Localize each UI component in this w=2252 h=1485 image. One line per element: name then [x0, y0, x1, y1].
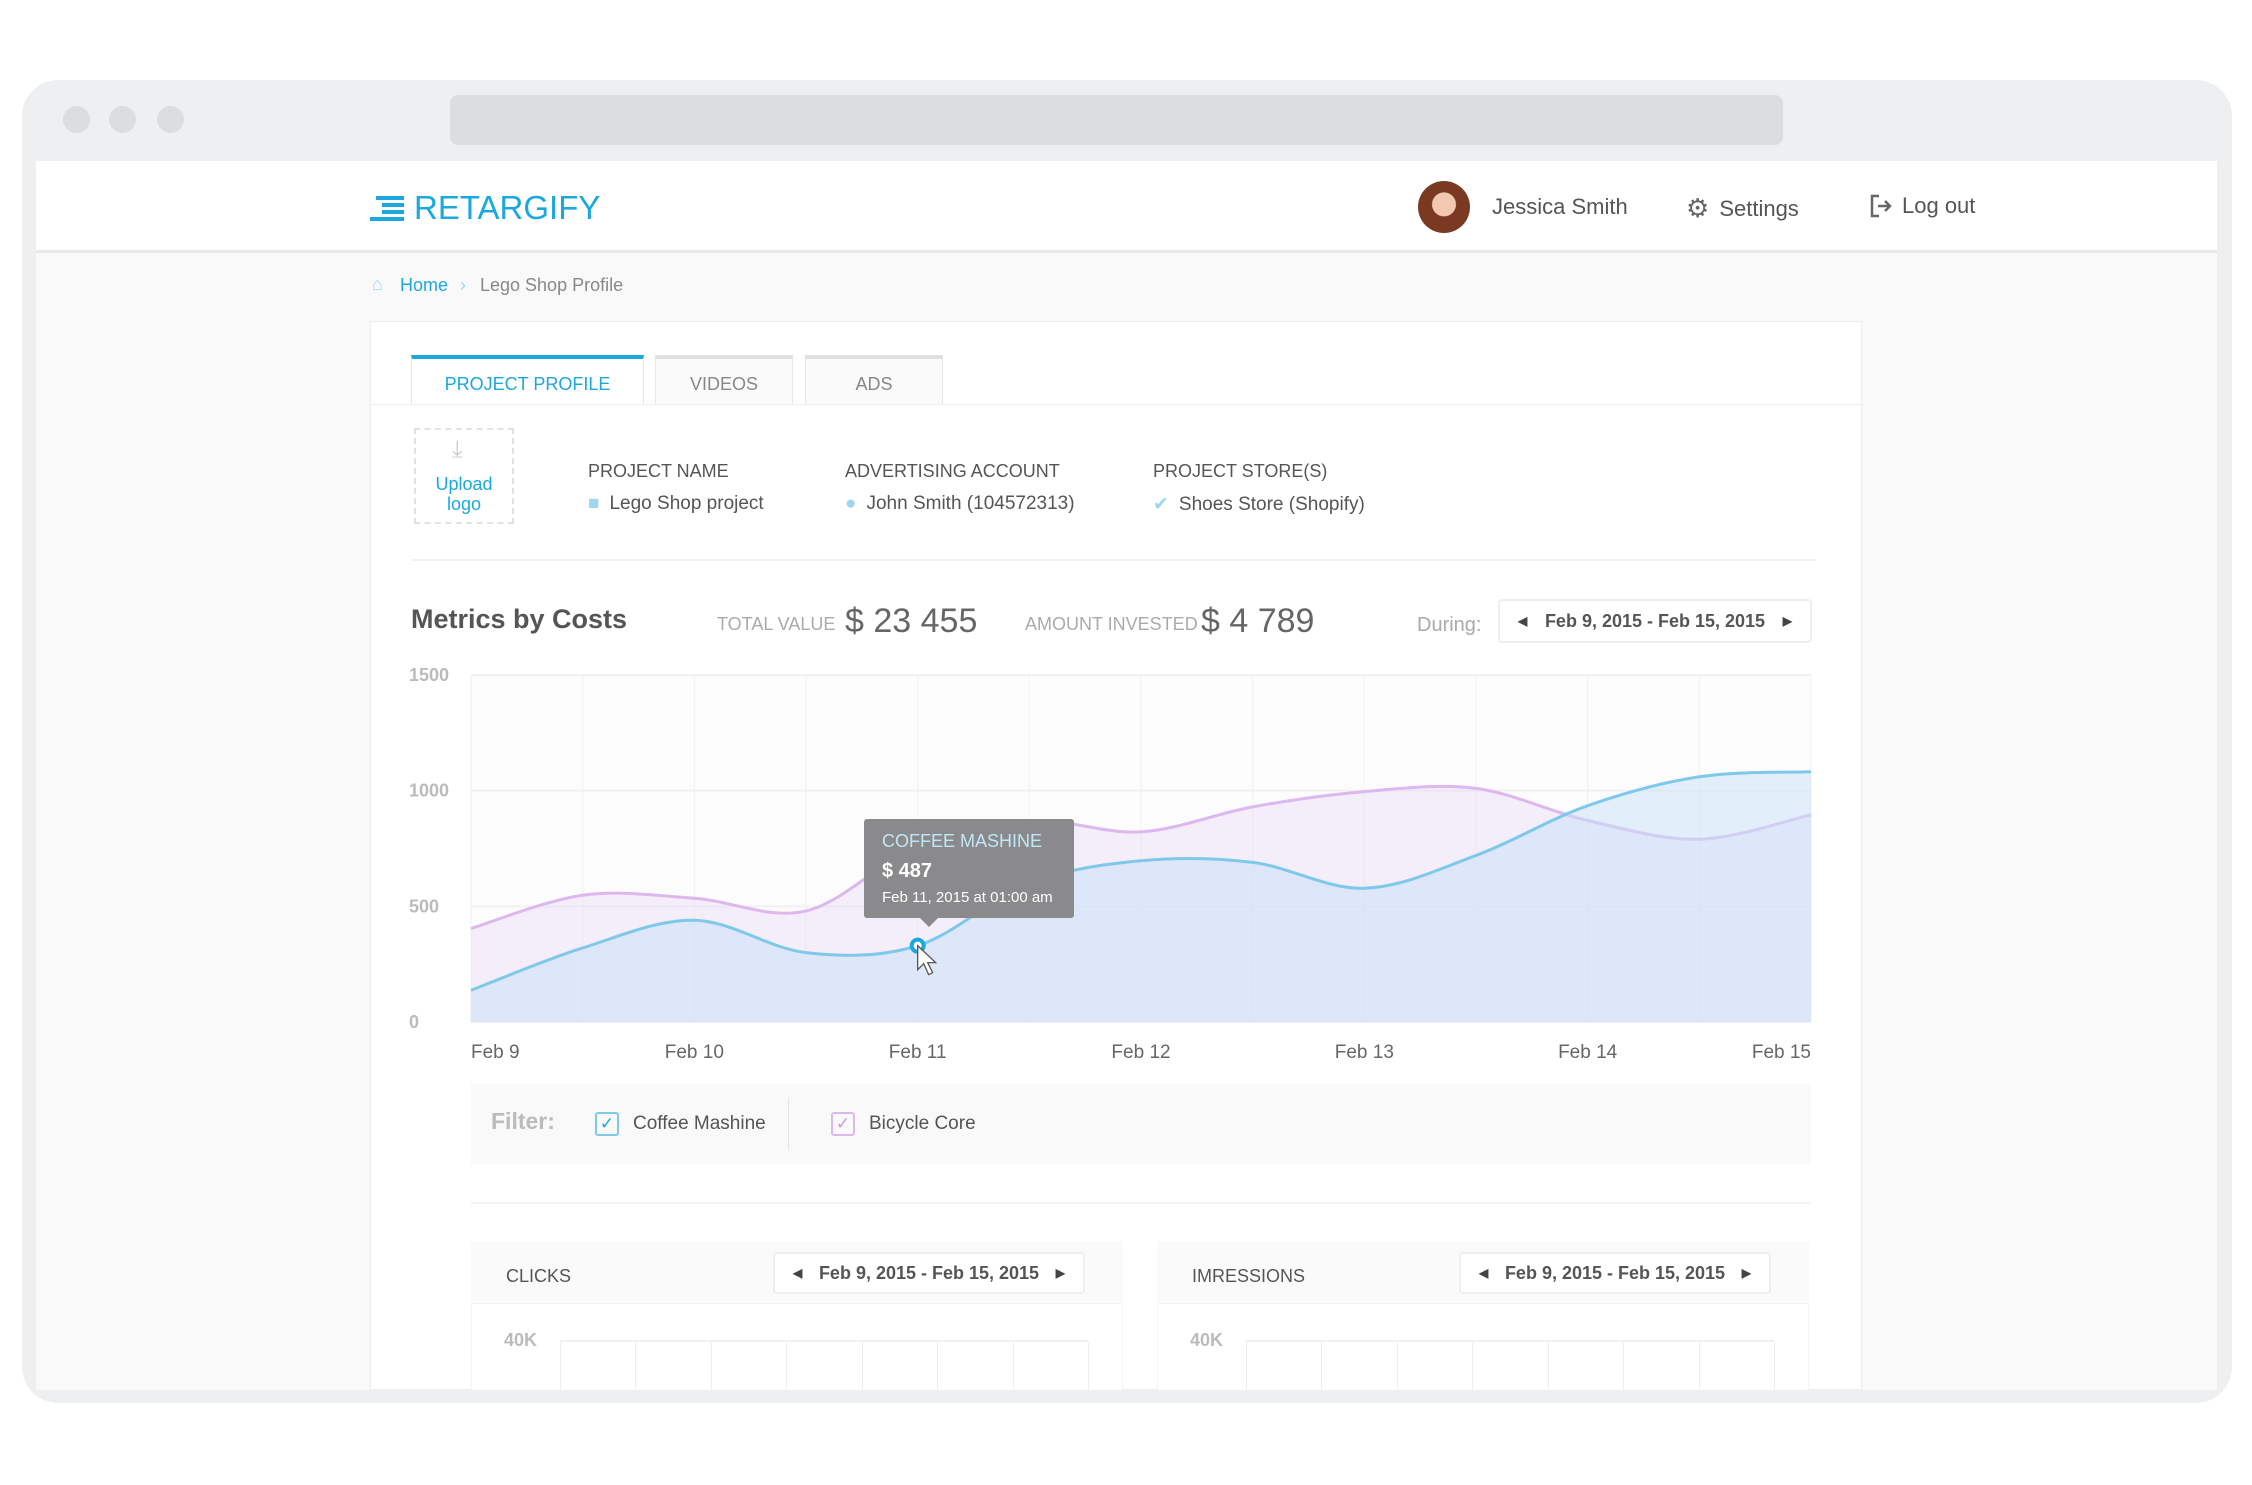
next-arrow-icon[interactable]: ▶ [1056, 1266, 1065, 1280]
x-tick-label: Feb 11 [889, 1042, 947, 1063]
grid-line [1623, 1342, 1625, 1390]
grid-line [861, 1342, 863, 1390]
tooltip-series: COFFEE MASHINE [882, 831, 1043, 851]
logo-text: RETARGIFY [414, 189, 601, 226]
top-header: RETARGIFY Jessica Smith ⚙ Settings Log o… [36, 161, 2217, 253]
settings-link[interactable]: ⚙ Settings [1686, 193, 1799, 224]
tooltip-pointer [920, 918, 938, 936]
x-tick-label: Feb 10 [665, 1042, 724, 1063]
window-maximize-button[interactable] [157, 106, 184, 133]
window-close-button[interactable] [63, 106, 90, 133]
metrics-chart: 0 500 1000 1500 Feb 9 Feb 10 Feb 11 Feb 12 Feb 1… [409, 665, 1812, 1063]
grid-line [1246, 1342, 1247, 1390]
filter-bicycle-core[interactable]: ✓ Bicycle Core [831, 1112, 976, 1136]
chart-tooltip: COFFEE MASHINE $ 487 Feb 11, 2015 at 01:… [864, 819, 1074, 927]
grid-line [635, 1342, 637, 1390]
y-tick: 40K [504, 1330, 538, 1350]
checkbox-checked-icon[interactable]: ✓ [595, 1112, 619, 1136]
project-card: PROJECT PROFILE VIDEOS ADS ⤓ Upload logo… [370, 321, 1863, 1390]
impressions-panel: IMRESSIONS ◀ Feb 9, 2015 - Feb 15, 2015 ▶ … [1157, 1241, 1809, 1390]
logout-link[interactable]: Log out [1870, 193, 1975, 219]
grid-line [1774, 1342, 1775, 1390]
tooltip-value: $ 487 [882, 860, 933, 882]
x-tick-label: Feb 14 [1558, 1042, 1618, 1063]
window-minimize-button[interactable] [109, 106, 136, 133]
user-name: Jessica Smith [1492, 194, 1628, 219]
grid-line [1547, 1342, 1549, 1390]
page: RETARGIFY Jessica Smith ⚙ Settings Log o… [36, 161, 2217, 1390]
tooltip-date: Feb 11, 2015 at 01:00 am [882, 889, 1053, 906]
impressions-date-picker[interactable]: ◀ Feb 9, 2015 - Feb 15, 2015 ▶ [1459, 1252, 1771, 1294]
clicks-title: CLICKS [506, 1266, 572, 1286]
address-bar[interactable] [450, 95, 1783, 145]
impressions-date-range: Feb 9, 2015 - Feb 15, 2015 [1504, 1262, 1726, 1283]
filter-coffee-mashine[interactable]: ✓ Coffee Mashine [595, 1112, 766, 1136]
clicks-grid [560, 1340, 1089, 1390]
impressions-chart: 40K [1157, 1303, 1809, 1390]
prev-arrow-icon[interactable]: ◀ [793, 1266, 802, 1280]
x-tick-label: Feb 9 [471, 1042, 520, 1063]
next-arrow-icon[interactable]: ▶ [1742, 1266, 1751, 1280]
grid-line [1012, 1342, 1014, 1390]
filter-item-label: Coffee Mashine [633, 1113, 766, 1134]
clicks-panel: CLICKS ◀ Feb 9, 2015 - Feb 15, 2015 ▶ 40K [471, 1241, 1123, 1390]
impressions-grid [1246, 1340, 1775, 1390]
breadcrumb-current: Lego Shop Profile [480, 275, 624, 295]
grid-line [1088, 1342, 1089, 1390]
grid-line [786, 1342, 788, 1390]
breadcrumb-home[interactable]: Home [400, 275, 448, 296]
grid-line [1321, 1342, 1323, 1390]
user-menu[interactable]: Jessica Smith [1418, 181, 1628, 233]
logout-label: Log out [1902, 193, 1976, 218]
clicks-date-range: Feb 9, 2015 - Feb 15, 2015 [818, 1262, 1040, 1283]
filter-label: Filter: [491, 1108, 555, 1134]
avatar [1418, 181, 1470, 233]
x-tick-label: Feb 12 [1111, 1042, 1170, 1063]
y-tick-label: 1000 [409, 781, 449, 801]
logo[interactable]: RETARGIFY [370, 189, 600, 227]
grid-line [710, 1342, 712, 1390]
clicks-chart: 40K [471, 1303, 1123, 1390]
home-icon: ⌂ [372, 274, 383, 294]
y-tick: 40K [1190, 1330, 1224, 1350]
prev-arrow-icon[interactable]: ◀ [1479, 1266, 1488, 1280]
filter-divider [788, 1098, 789, 1150]
gear-icon: ⚙ [1686, 193, 1710, 223]
menu-lines-icon [370, 196, 404, 221]
y-tick-label: 0 [409, 1012, 419, 1032]
x-tick-label: Feb 15 [1752, 1042, 1811, 1063]
grid-line [1698, 1342, 1700, 1390]
grid-line [937, 1342, 939, 1390]
filter-bar: Filter: ✓ Coffee Mashine ✓ Bicycle Core [471, 1084, 1811, 1164]
grid-line [1396, 1342, 1398, 1390]
impressions-title: IMRESSIONS [1192, 1266, 1306, 1286]
grid-line [1472, 1342, 1474, 1390]
section-divider [471, 1202, 1811, 1204]
logout-icon [1870, 194, 1892, 218]
chevron-right-icon: › [460, 275, 466, 295]
x-tick-label: Feb 13 [1335, 1042, 1394, 1063]
grid-line [560, 1342, 561, 1390]
y-tick-label: 1500 [409, 665, 449, 685]
y-tick-label: 500 [409, 896, 439, 916]
settings-label: Settings [1719, 195, 1799, 221]
filter-item-label: Bicycle Core [869, 1113, 976, 1134]
checkbox-checked-icon[interactable]: ✓ [831, 1112, 855, 1136]
clicks-date-picker[interactable]: ◀ Feb 9, 2015 - Feb 15, 2015 ▶ [773, 1252, 1085, 1294]
